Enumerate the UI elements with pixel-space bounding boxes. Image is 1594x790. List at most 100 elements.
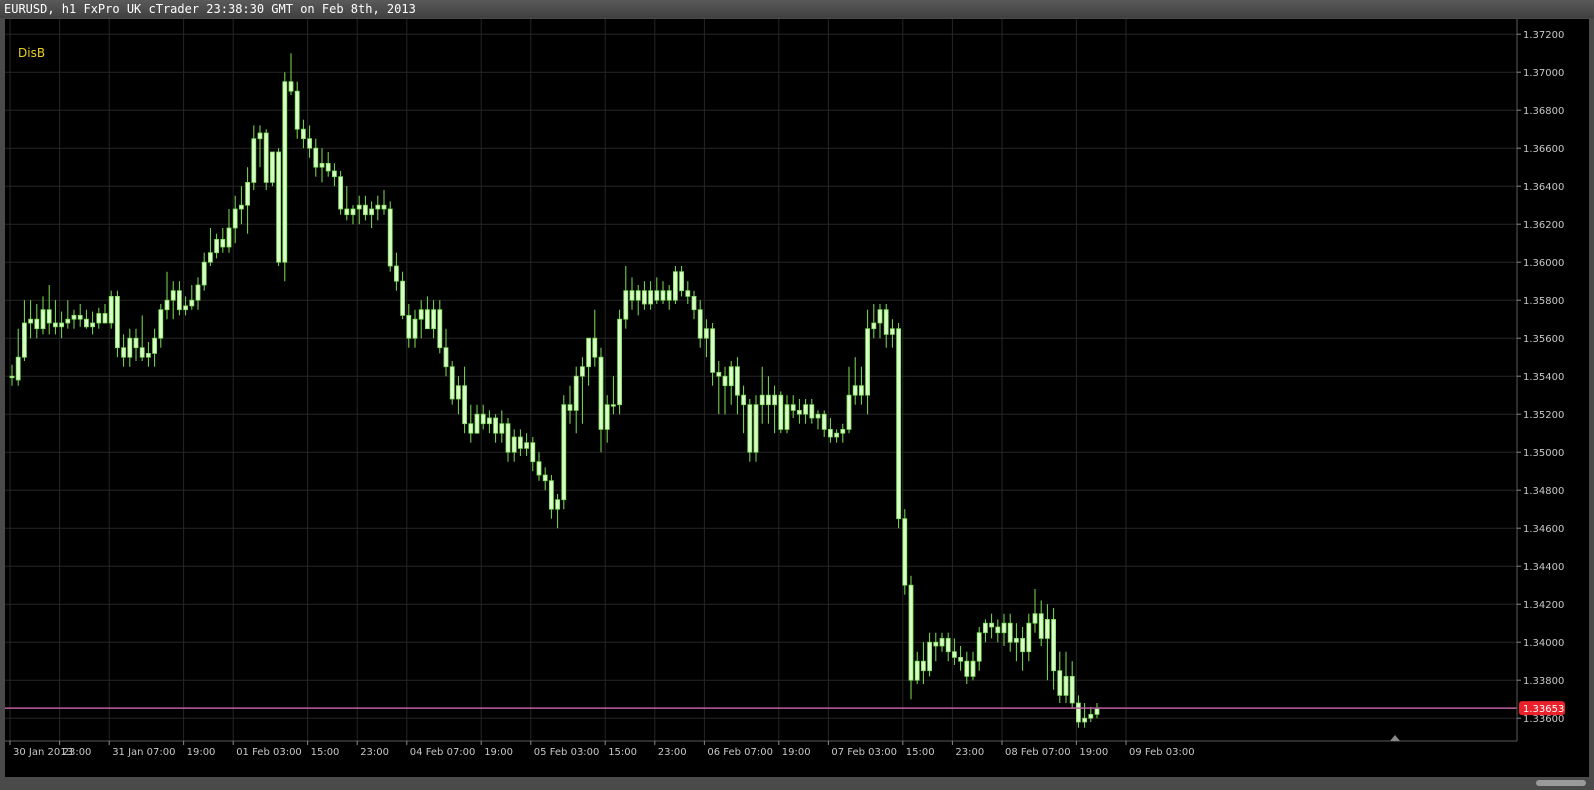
candle bbox=[28, 300, 34, 339]
candle-body-up bbox=[586, 337, 591, 368]
candle-body-down bbox=[449, 366, 455, 400]
candle-body-up bbox=[890, 328, 895, 335]
candle bbox=[505, 418, 511, 462]
time-tick-label: 23:00 bbox=[658, 747, 687, 758]
candle bbox=[207, 228, 213, 266]
candle bbox=[424, 296, 430, 330]
candle bbox=[65, 300, 71, 329]
candle bbox=[945, 632, 951, 662]
chart-area[interactable]: 1.37200 1.37000 1.36800 1.36600 1.36400 1.362… bbox=[5, 19, 1589, 779]
candle bbox=[611, 376, 616, 415]
candle-body-up bbox=[673, 271, 678, 301]
candle-body-down bbox=[697, 309, 703, 339]
candle-body-up bbox=[127, 337, 133, 358]
candle-body-down bbox=[400, 280, 406, 316]
candle bbox=[555, 494, 560, 529]
candle-body-down bbox=[896, 328, 901, 520]
candle-body-down bbox=[1057, 670, 1063, 696]
candle-body-up bbox=[635, 290, 641, 301]
candle bbox=[865, 309, 870, 415]
time-tick-label: 23:00 bbox=[360, 747, 389, 758]
candle bbox=[133, 328, 139, 361]
candle bbox=[406, 304, 412, 348]
candle bbox=[381, 190, 387, 215]
candle-body-up bbox=[1026, 622, 1032, 653]
candle-body-up bbox=[1045, 619, 1050, 639]
candle-body-up bbox=[704, 328, 709, 339]
candle bbox=[121, 334, 126, 367]
candle bbox=[697, 300, 703, 348]
price-tick-label: 1.34200 bbox=[1523, 600, 1564, 611]
price-axis[interactable] bbox=[1517, 19, 1589, 779]
candle-body-up bbox=[499, 423, 505, 434]
candle bbox=[325, 152, 331, 177]
candle bbox=[418, 300, 424, 339]
candle-body-up bbox=[834, 432, 839, 438]
candle-body-up bbox=[939, 638, 945, 647]
candle-body-down bbox=[945, 638, 951, 653]
candle-body-down bbox=[989, 622, 994, 628]
candle bbox=[1094, 703, 1100, 719]
candle-body-down bbox=[629, 290, 635, 301]
candle-body-down bbox=[902, 518, 908, 586]
candle bbox=[362, 195, 368, 221]
candle bbox=[809, 399, 815, 424]
candle bbox=[666, 285, 672, 310]
candle-body-up bbox=[164, 299, 170, 311]
candle bbox=[96, 307, 102, 329]
price-tick-label: 1.35200 bbox=[1523, 410, 1564, 421]
candle bbox=[189, 285, 195, 310]
candle bbox=[511, 429, 517, 462]
candle bbox=[542, 467, 548, 491]
candle bbox=[784, 395, 790, 434]
time-tick-label: 06 Feb 07:00 bbox=[707, 747, 773, 758]
candle-body-down bbox=[331, 170, 337, 178]
candle-body-down bbox=[809, 404, 815, 419]
title-bar[interactable]: EURUSD, h1 FxPro UK cTrader 23:38:30 GMT… bbox=[0, 0, 1594, 18]
candle bbox=[338, 171, 344, 215]
time-tick-label: 15:00 bbox=[311, 747, 340, 758]
candle-body-down bbox=[828, 428, 833, 438]
time-tick-label: 01 Feb 03:00 bbox=[236, 747, 302, 758]
price-tick-label: 1.33600 bbox=[1523, 714, 1564, 725]
candle-body-down bbox=[883, 309, 889, 335]
candle-body-up bbox=[431, 309, 437, 330]
price-tick-label: 1.35600 bbox=[1523, 334, 1564, 345]
candle bbox=[158, 304, 164, 348]
candle bbox=[834, 429, 839, 443]
candle-body-down bbox=[933, 641, 939, 647]
price-tick-label: 1.34000 bbox=[1523, 638, 1564, 649]
candle bbox=[412, 309, 418, 348]
candle bbox=[300, 119, 306, 149]
candle bbox=[220, 228, 226, 253]
scroll-to-end-icon[interactable] bbox=[1390, 735, 1400, 741]
candle-body-down bbox=[1007, 622, 1013, 643]
candle bbox=[77, 304, 83, 327]
candle bbox=[1007, 613, 1013, 652]
candle bbox=[183, 296, 189, 316]
candle bbox=[9, 364, 15, 386]
candle bbox=[251, 125, 257, 190]
candle bbox=[238, 186, 244, 225]
candle-body-down bbox=[133, 337, 139, 349]
candle bbox=[226, 209, 232, 253]
candle-body-down bbox=[406, 314, 412, 339]
candle-body-down bbox=[530, 442, 536, 463]
candle bbox=[933, 632, 939, 662]
current-price-label: 1.33653 bbox=[1523, 704, 1564, 715]
candle-body-up bbox=[9, 375, 15, 379]
price-chart[interactable]: 1.37200 1.37000 1.36800 1.36600 1.36400 1.362… bbox=[5, 19, 1589, 779]
candle-body-up bbox=[232, 208, 238, 229]
time-tick-label: 15:00 bbox=[906, 747, 935, 758]
candle bbox=[797, 399, 802, 424]
price-tick-label: 1.33800 bbox=[1523, 676, 1564, 687]
horizontal-scrollbar[interactable] bbox=[0, 777, 1594, 790]
candle bbox=[1014, 623, 1019, 662]
candle-body-up bbox=[201, 261, 207, 286]
candle-body-up bbox=[753, 404, 759, 453]
candle-body-down bbox=[518, 436, 523, 449]
candle bbox=[859, 366, 864, 405]
candle-body-down bbox=[958, 657, 963, 662]
scrollbar-thumb[interactable] bbox=[1536, 780, 1586, 786]
candle-body-down bbox=[263, 132, 269, 183]
